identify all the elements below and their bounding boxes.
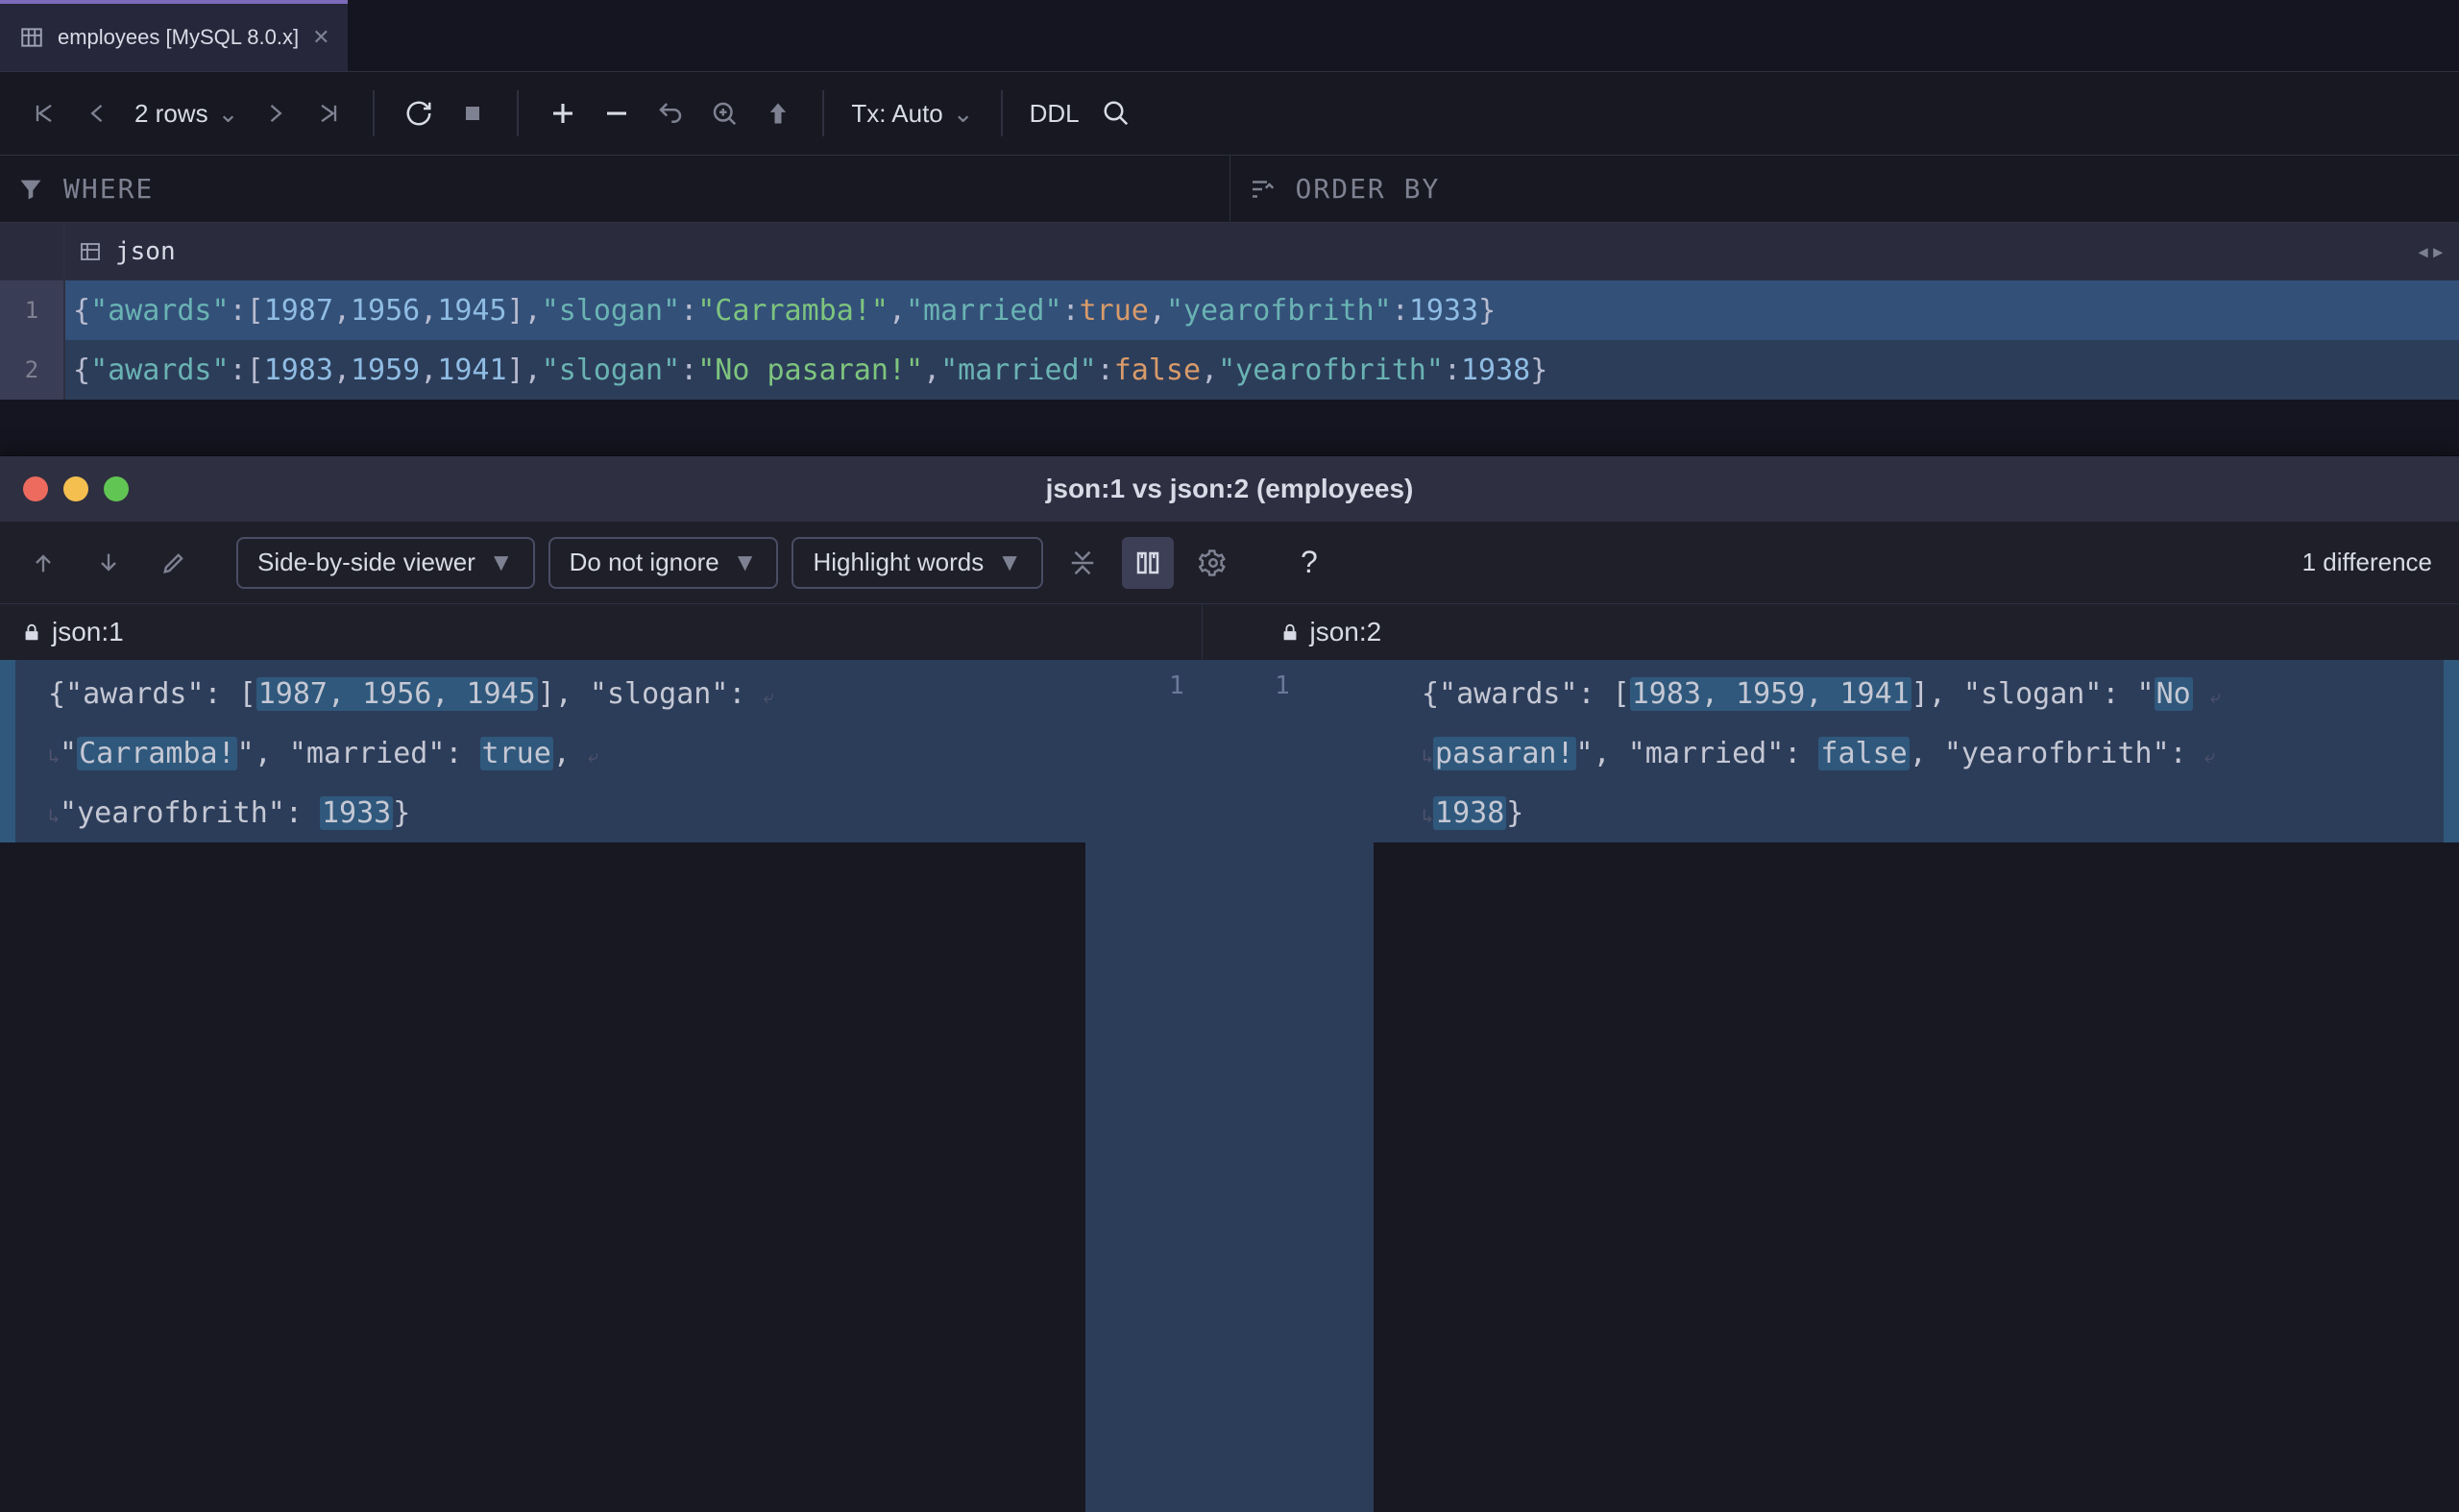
refresh-button[interactable]	[392, 86, 446, 140]
row-gutter-header	[0, 223, 65, 280]
ddl-label: DDL	[1030, 99, 1080, 129]
tab-employees[interactable]: employees [MySQL 8.0.x] ✕	[0, 0, 348, 71]
row-number: 2	[0, 340, 65, 400]
right-file-label: json:2	[1202, 604, 2459, 660]
order-by-filter[interactable]: ORDER BY	[1230, 156, 2459, 222]
prev-row-button[interactable]	[71, 86, 125, 140]
lock-icon	[21, 622, 42, 643]
first-row-button[interactable]	[17, 86, 71, 140]
add-row-button[interactable]	[536, 86, 590, 140]
gutter-line-right: 1	[1275, 671, 1290, 700]
cell-json[interactable]: {"awards": [1987, 1956, 1945], "slogan":…	[65, 280, 2459, 340]
diff-count: 1 difference	[2302, 548, 2442, 577]
tab-bar: employees [MySQL 8.0.x] ✕	[0, 0, 2459, 71]
chevron-down-icon: ⌄	[218, 99, 239, 129]
help-button[interactable]: ?	[1283, 537, 1335, 589]
ignore-mode-label: Do not ignore	[570, 548, 719, 577]
table-row[interactable]: 1 {"awards": [1987, 1956, 1945], "slogan…	[0, 280, 2459, 340]
data-rows: 1 {"awards": [1987, 1956, 1945], "slogan…	[0, 280, 2459, 400]
chevron-down-icon: ▼	[733, 548, 758, 577]
diff-file-labels: json:1 json:2	[0, 604, 2459, 660]
chevron-down-icon: ▼	[489, 548, 514, 577]
left-file-label: json:1	[0, 604, 1202, 660]
column-json[interactable]: json ◂▸	[65, 223, 2459, 280]
next-diff-button[interactable]	[83, 537, 134, 589]
diff-left-pane[interactable]: {"awards": [1987, 1956, 1945], "slogan":…	[0, 660, 1085, 1512]
column-name: json	[115, 237, 176, 266]
ddl-button[interactable]: DDL	[1020, 99, 1089, 129]
viewer-mode-label: Side-by-side viewer	[257, 548, 475, 577]
search-button[interactable]	[1089, 86, 1143, 140]
where-filter[interactable]: WHERE	[0, 156, 1230, 222]
tab-title: employees [MySQL 8.0.x]	[58, 25, 299, 50]
column-header: json ◂▸	[0, 223, 2459, 280]
close-icon[interactable]: ✕	[312, 25, 329, 50]
table-icon	[79, 240, 102, 263]
left-file-name: json:1	[52, 617, 124, 647]
diff-title: json:1 vs json:2 (employees)	[0, 474, 2459, 504]
separator	[373, 90, 375, 136]
order-by-label: ORDER BY	[1296, 173, 1441, 205]
separator	[822, 90, 824, 136]
right-file-name: json:2	[1310, 617, 1382, 647]
sync-scroll-button[interactable]	[1122, 537, 1174, 589]
highlight-mode-label: Highlight words	[813, 548, 984, 577]
remove-row-button[interactable]	[590, 86, 644, 140]
funnel-icon	[17, 176, 44, 203]
diff-titlebar[interactable]: json:1 vs json:2 (employees)	[0, 456, 2459, 522]
prev-diff-button[interactable]	[17, 537, 69, 589]
separator	[1001, 90, 1003, 136]
cell-json[interactable]: {"awards": [1983, 1959, 1941], "slogan":…	[65, 340, 2459, 400]
chevron-down-icon: ▼	[997, 548, 1022, 577]
submit-button[interactable]	[751, 86, 805, 140]
diff-body: {"awards": [1987, 1956, 1945], "slogan":…	[0, 660, 2459, 1512]
separator	[517, 90, 519, 136]
rows-count-label: 2 rows	[134, 99, 208, 129]
viewer-mode-dropdown[interactable]: Side-by-side viewer ▼	[236, 537, 535, 589]
diff-window: json:1 vs json:2 (employees) Side-by-sid…	[0, 455, 2459, 1512]
diff-right-pane[interactable]: {"awards": [1983, 1959, 1941], "slogan":…	[1374, 660, 2459, 1512]
diff-toolbar: Side-by-side viewer ▼ Do not ignore ▼ Hi…	[0, 522, 2459, 604]
revert-button[interactable]	[644, 86, 697, 140]
next-row-button[interactable]	[248, 86, 302, 140]
sort-indicator-icon[interactable]: ◂▸	[2416, 237, 2446, 266]
tx-mode-label: Tx: Auto	[851, 99, 942, 129]
ignore-mode-dropdown[interactable]: Do not ignore ▼	[548, 537, 779, 589]
table-row[interactable]: 2 {"awards": [1983, 1959, 1941], "slogan…	[0, 340, 2459, 400]
last-row-button[interactable]	[302, 86, 355, 140]
chevron-down-icon: ⌄	[953, 99, 974, 129]
diff-gutter: 1 1	[1085, 660, 1374, 1512]
sort-icon	[1248, 175, 1277, 204]
highlight-mode-dropdown[interactable]: Highlight words ▼	[791, 537, 1042, 589]
data-toolbar: 2 rows ⌄ Tx: Auto ⌄ DDL	[0, 71, 2459, 156]
row-number: 1	[0, 280, 65, 340]
rows-count-dropdown[interactable]: 2 rows ⌄	[125, 99, 248, 129]
lock-icon	[1279, 622, 1301, 643]
tx-mode-dropdown[interactable]: Tx: Auto ⌄	[841, 99, 983, 129]
stop-button[interactable]	[446, 86, 499, 140]
preview-pending-button[interactable]	[697, 86, 751, 140]
collapse-unchanged-button[interactable]	[1057, 537, 1108, 589]
edit-button[interactable]	[148, 537, 200, 589]
filter-row: WHERE ORDER BY	[0, 156, 2459, 223]
table-icon	[19, 25, 44, 50]
where-label: WHERE	[63, 173, 154, 205]
gutter-line-left: 1	[1169, 671, 1184, 700]
settings-button[interactable]	[1187, 537, 1239, 589]
